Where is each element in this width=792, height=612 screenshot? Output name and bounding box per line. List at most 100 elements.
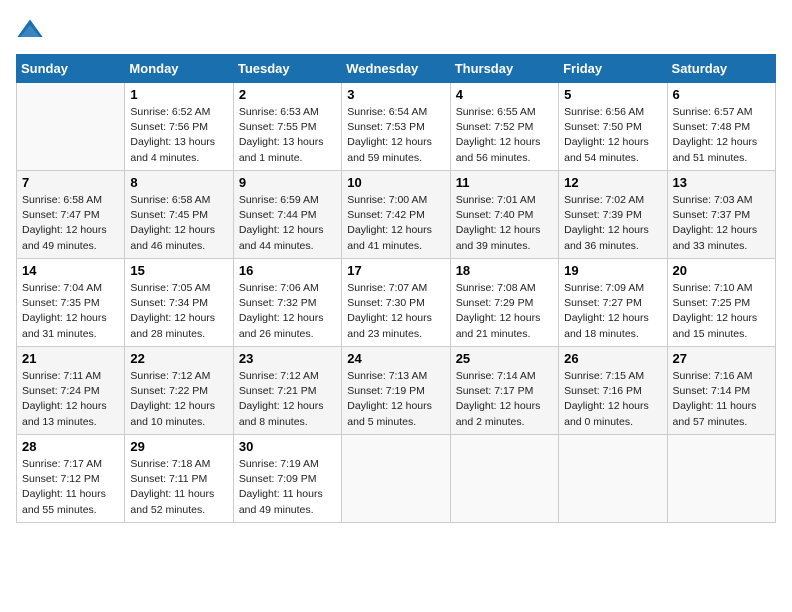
calendar-cell: 24 Sunrise: 7:13 AM Sunset: 7:19 PM Dayl…	[342, 347, 450, 435]
calendar-cell: 12 Sunrise: 7:02 AM Sunset: 7:39 PM Dayl…	[559, 171, 667, 259]
cell-info: Sunrise: 6:54 AM Sunset: 7:53 PM Dayligh…	[347, 105, 444, 166]
sunset-text: Sunset: 7:45 PM	[130, 208, 227, 223]
calendar-cell: 27 Sunrise: 7:16 AM Sunset: 7:14 PM Dayl…	[667, 347, 775, 435]
weekday-header-row: SundayMondayTuesdayWednesdayThursdayFrid…	[17, 55, 776, 83]
cell-info: Sunrise: 7:12 AM Sunset: 7:22 PM Dayligh…	[130, 369, 227, 430]
daylight-text: Daylight: 12 hours and 51 minutes.	[673, 135, 770, 165]
sunset-text: Sunset: 7:55 PM	[239, 120, 336, 135]
calendar-week-1: 1 Sunrise: 6:52 AM Sunset: 7:56 PM Dayli…	[17, 83, 776, 171]
daylight-text: Daylight: 12 hours and 26 minutes.	[239, 311, 336, 341]
calendar-cell: 7 Sunrise: 6:58 AM Sunset: 7:47 PM Dayli…	[17, 171, 125, 259]
sunset-text: Sunset: 7:50 PM	[564, 120, 661, 135]
cell-info: Sunrise: 7:04 AM Sunset: 7:35 PM Dayligh…	[22, 281, 119, 342]
weekday-header-friday: Friday	[559, 55, 667, 83]
sunset-text: Sunset: 7:21 PM	[239, 384, 336, 399]
day-number: 15	[130, 263, 227, 278]
day-number: 14	[22, 263, 119, 278]
sunset-text: Sunset: 7:39 PM	[564, 208, 661, 223]
daylight-text: Daylight: 12 hours and 18 minutes.	[564, 311, 661, 341]
weekday-header-thursday: Thursday	[450, 55, 558, 83]
page-header	[16, 16, 776, 44]
calendar-cell: 8 Sunrise: 6:58 AM Sunset: 7:45 PM Dayli…	[125, 171, 233, 259]
sunset-text: Sunset: 7:42 PM	[347, 208, 444, 223]
cell-info: Sunrise: 7:11 AM Sunset: 7:24 PM Dayligh…	[22, 369, 119, 430]
sunrise-text: Sunrise: 6:58 AM	[130, 193, 227, 208]
sunrise-text: Sunrise: 7:11 AM	[22, 369, 119, 384]
sunset-text: Sunset: 7:14 PM	[673, 384, 770, 399]
cell-info: Sunrise: 6:59 AM Sunset: 7:44 PM Dayligh…	[239, 193, 336, 254]
sunset-text: Sunset: 7:17 PM	[456, 384, 553, 399]
calendar-table: SundayMondayTuesdayWednesdayThursdayFrid…	[16, 54, 776, 523]
daylight-text: Daylight: 11 hours and 55 minutes.	[22, 487, 119, 517]
daylight-text: Daylight: 13 hours and 1 minute.	[239, 135, 336, 165]
cell-info: Sunrise: 7:19 AM Sunset: 7:09 PM Dayligh…	[239, 457, 336, 518]
sunrise-text: Sunrise: 7:02 AM	[564, 193, 661, 208]
sunset-text: Sunset: 7:48 PM	[673, 120, 770, 135]
sunrise-text: Sunrise: 7:12 AM	[239, 369, 336, 384]
cell-info: Sunrise: 7:16 AM Sunset: 7:14 PM Dayligh…	[673, 369, 770, 430]
calendar-cell: 9 Sunrise: 6:59 AM Sunset: 7:44 PM Dayli…	[233, 171, 341, 259]
cell-info: Sunrise: 7:05 AM Sunset: 7:34 PM Dayligh…	[130, 281, 227, 342]
cell-info: Sunrise: 7:00 AM Sunset: 7:42 PM Dayligh…	[347, 193, 444, 254]
sunrise-text: Sunrise: 6:53 AM	[239, 105, 336, 120]
daylight-text: Daylight: 12 hours and 46 minutes.	[130, 223, 227, 253]
sunrise-text: Sunrise: 7:13 AM	[347, 369, 444, 384]
sunrise-text: Sunrise: 7:10 AM	[673, 281, 770, 296]
cell-info: Sunrise: 7:06 AM Sunset: 7:32 PM Dayligh…	[239, 281, 336, 342]
sunset-text: Sunset: 7:22 PM	[130, 384, 227, 399]
calendar-cell: 20 Sunrise: 7:10 AM Sunset: 7:25 PM Dayl…	[667, 259, 775, 347]
sunset-text: Sunset: 7:24 PM	[22, 384, 119, 399]
sunset-text: Sunset: 7:40 PM	[456, 208, 553, 223]
calendar-cell: 14 Sunrise: 7:04 AM Sunset: 7:35 PM Dayl…	[17, 259, 125, 347]
sunrise-text: Sunrise: 6:57 AM	[673, 105, 770, 120]
sunrise-text: Sunrise: 6:54 AM	[347, 105, 444, 120]
daylight-text: Daylight: 12 hours and 33 minutes.	[673, 223, 770, 253]
calendar-cell: 28 Sunrise: 7:17 AM Sunset: 7:12 PM Dayl…	[17, 435, 125, 523]
cell-info: Sunrise: 7:02 AM Sunset: 7:39 PM Dayligh…	[564, 193, 661, 254]
calendar-cell	[667, 435, 775, 523]
cell-info: Sunrise: 7:09 AM Sunset: 7:27 PM Dayligh…	[564, 281, 661, 342]
daylight-text: Daylight: 12 hours and 41 minutes.	[347, 223, 444, 253]
day-number: 29	[130, 439, 227, 454]
calendar-cell	[17, 83, 125, 171]
daylight-text: Daylight: 12 hours and 8 minutes.	[239, 399, 336, 429]
day-number: 25	[456, 351, 553, 366]
sunset-text: Sunset: 7:47 PM	[22, 208, 119, 223]
day-number: 28	[22, 439, 119, 454]
daylight-text: Daylight: 12 hours and 15 minutes.	[673, 311, 770, 341]
daylight-text: Daylight: 12 hours and 39 minutes.	[456, 223, 553, 253]
day-number: 5	[564, 87, 661, 102]
sunrise-text: Sunrise: 7:00 AM	[347, 193, 444, 208]
cell-info: Sunrise: 7:13 AM Sunset: 7:19 PM Dayligh…	[347, 369, 444, 430]
sunrise-text: Sunrise: 6:55 AM	[456, 105, 553, 120]
daylight-text: Daylight: 12 hours and 23 minutes.	[347, 311, 444, 341]
calendar-cell	[342, 435, 450, 523]
cell-info: Sunrise: 7:18 AM Sunset: 7:11 PM Dayligh…	[130, 457, 227, 518]
sunset-text: Sunset: 7:16 PM	[564, 384, 661, 399]
calendar-cell: 23 Sunrise: 7:12 AM Sunset: 7:21 PM Dayl…	[233, 347, 341, 435]
daylight-text: Daylight: 12 hours and 21 minutes.	[456, 311, 553, 341]
daylight-text: Daylight: 12 hours and 2 minutes.	[456, 399, 553, 429]
sunset-text: Sunset: 7:37 PM	[673, 208, 770, 223]
calendar-week-3: 14 Sunrise: 7:04 AM Sunset: 7:35 PM Dayl…	[17, 259, 776, 347]
calendar-cell: 18 Sunrise: 7:08 AM Sunset: 7:29 PM Dayl…	[450, 259, 558, 347]
sunrise-text: Sunrise: 7:06 AM	[239, 281, 336, 296]
sunrise-text: Sunrise: 7:05 AM	[130, 281, 227, 296]
sunrise-text: Sunrise: 7:01 AM	[456, 193, 553, 208]
calendar-week-5: 28 Sunrise: 7:17 AM Sunset: 7:12 PM Dayl…	[17, 435, 776, 523]
day-number: 27	[673, 351, 770, 366]
daylight-text: Daylight: 12 hours and 10 minutes.	[130, 399, 227, 429]
cell-info: Sunrise: 7:07 AM Sunset: 7:30 PM Dayligh…	[347, 281, 444, 342]
daylight-text: Daylight: 12 hours and 54 minutes.	[564, 135, 661, 165]
calendar-cell: 3 Sunrise: 6:54 AM Sunset: 7:53 PM Dayli…	[342, 83, 450, 171]
day-number: 26	[564, 351, 661, 366]
calendar-cell: 26 Sunrise: 7:15 AM Sunset: 7:16 PM Dayl…	[559, 347, 667, 435]
calendar-cell: 25 Sunrise: 7:14 AM Sunset: 7:17 PM Dayl…	[450, 347, 558, 435]
day-number: 12	[564, 175, 661, 190]
weekday-header-tuesday: Tuesday	[233, 55, 341, 83]
calendar-cell: 15 Sunrise: 7:05 AM Sunset: 7:34 PM Dayl…	[125, 259, 233, 347]
sunset-text: Sunset: 7:35 PM	[22, 296, 119, 311]
sunrise-text: Sunrise: 7:03 AM	[673, 193, 770, 208]
day-number: 9	[239, 175, 336, 190]
sunrise-text: Sunrise: 7:19 AM	[239, 457, 336, 472]
